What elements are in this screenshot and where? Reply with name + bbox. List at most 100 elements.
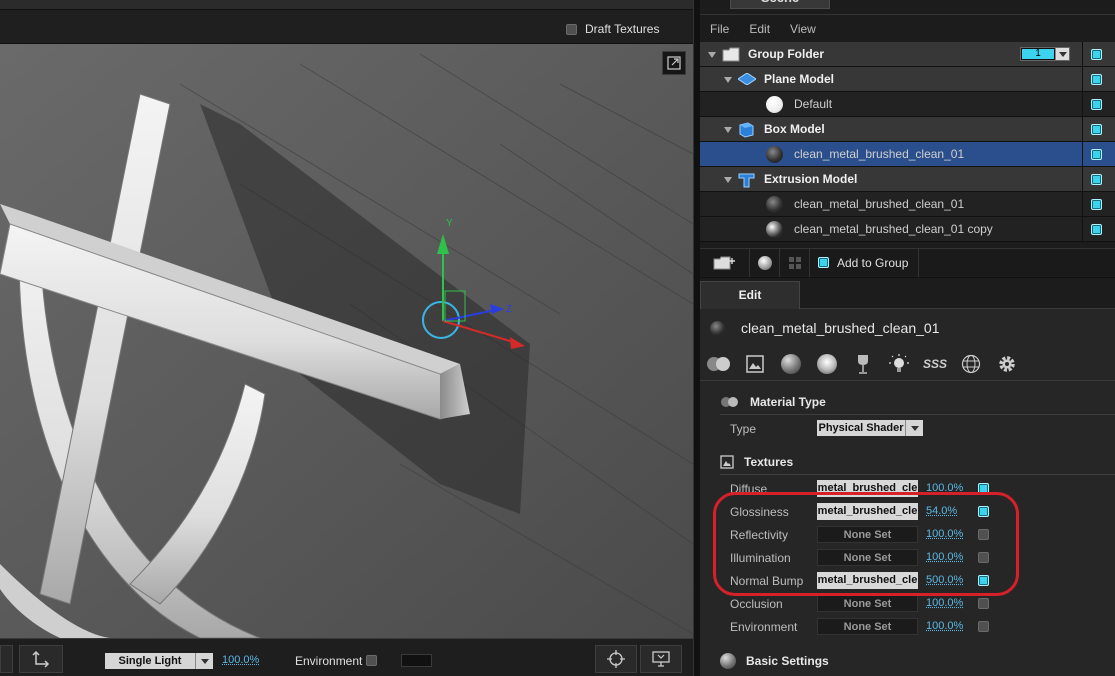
texture-slot[interactable]: metal_brushed_cle bbox=[817, 480, 918, 497]
texture-slot[interactable]: None Set bbox=[817, 618, 918, 635]
tree-row-group-folder[interactable]: Group Folder 1 bbox=[700, 42, 1115, 67]
material-spheres-icon bbox=[707, 356, 730, 371]
tree-row-plane-model[interactable]: Plane Model bbox=[700, 67, 1115, 92]
left-tool-button[interactable] bbox=[0, 645, 13, 673]
texture-enabled-checkbox[interactable] bbox=[978, 483, 989, 494]
sss-sphere-tab[interactable] bbox=[814, 351, 840, 377]
axis-tool-button[interactable] bbox=[19, 645, 63, 673]
texture-enabled-checkbox[interactable] bbox=[978, 506, 989, 517]
draft-textures-checkbox[interactable] bbox=[566, 23, 577, 35]
menu-view[interactable]: View bbox=[790, 22, 816, 36]
material-type-value: Physical Shader bbox=[817, 420, 905, 436]
viewport-top-toolbar: Draft Textures bbox=[0, 0, 693, 44]
visibility-checkbox[interactable] bbox=[1091, 49, 1102, 60]
menu-edit[interactable]: Edit bbox=[749, 22, 770, 36]
visibility-checkbox[interactable] bbox=[1091, 199, 1102, 210]
tree-row-material[interactable]: Default bbox=[700, 92, 1115, 117]
texture-amount[interactable]: 100.0% bbox=[926, 620, 963, 632]
light-tab[interactable] bbox=[886, 351, 912, 377]
texture-slot[interactable]: None Set bbox=[817, 549, 918, 566]
material-type-select[interactable]: Physical Shader bbox=[817, 420, 923, 436]
texture-amount[interactable]: 500.0% bbox=[926, 574, 963, 586]
edit-tab-bar: Edit bbox=[700, 278, 1115, 309]
menu-file[interactable]: File bbox=[710, 22, 729, 36]
column-divider bbox=[1082, 142, 1083, 167]
render-output-button[interactable] bbox=[640, 645, 682, 673]
section-material-type[interactable]: Material Type bbox=[720, 395, 826, 409]
texture-amount[interactable]: 54.0% bbox=[926, 505, 957, 517]
tree-row-label: Extrusion Model bbox=[764, 172, 858, 186]
environment-checkbox[interactable] bbox=[366, 655, 377, 666]
viewport-tab-strip bbox=[0, 0, 693, 10]
material-type-tab[interactable] bbox=[706, 351, 732, 377]
texture-slot[interactable]: None Set bbox=[817, 595, 918, 612]
sss-tab[interactable]: SSS bbox=[922, 351, 948, 377]
duplicate-button[interactable] bbox=[780, 248, 810, 277]
environment-color-swatch[interactable] bbox=[401, 654, 432, 667]
column-divider bbox=[1082, 42, 1083, 67]
tab-scene[interactable]: Scene bbox=[730, 0, 830, 9]
tree-row-material-selected[interactable]: clean_metal_brushed_clean_01 bbox=[700, 142, 1115, 167]
expand-arrow-icon[interactable] bbox=[708, 52, 716, 58]
add-to-group-checkbox[interactable] bbox=[818, 257, 829, 268]
visibility-checkbox[interactable] bbox=[1091, 149, 1102, 160]
texture-slot[interactable]: None Set bbox=[817, 526, 918, 543]
render-viewport[interactable]: Draft Textures Y Z Single Light 100.0% E… bbox=[0, 0, 693, 676]
fullscreen-button[interactable] bbox=[662, 51, 686, 75]
3d-scene-render[interactable]: Y Z bbox=[0, 44, 693, 638]
expand-arrow-icon[interactable] bbox=[724, 77, 732, 83]
section-basic-settings[interactable]: Basic Settings bbox=[720, 653, 829, 669]
texture-amount[interactable]: 100.0% bbox=[926, 597, 963, 609]
tree-row-material[interactable]: clean_metal_brushed_clean_01 copy bbox=[700, 217, 1115, 242]
light-intensity-value[interactable]: 100.0% bbox=[222, 654, 259, 666]
tree-row-box-model[interactable]: Box Model bbox=[700, 117, 1115, 142]
glass-tab[interactable] bbox=[850, 351, 876, 377]
chevron-down-icon[interactable] bbox=[1055, 48, 1069, 60]
sphere-tab[interactable] bbox=[778, 351, 804, 377]
texture-enabled-checkbox[interactable] bbox=[978, 529, 989, 540]
light-mode-select[interactable]: Single Light bbox=[105, 653, 213, 669]
texture-amount[interactable]: 100.0% bbox=[926, 482, 963, 494]
settings-tab[interactable] bbox=[994, 351, 1020, 377]
add-to-group-button[interactable]: Add to Group bbox=[810, 248, 920, 277]
texture-amount[interactable]: 100.0% bbox=[926, 551, 963, 563]
chevron-down-icon[interactable] bbox=[195, 653, 213, 669]
visibility-checkbox[interactable] bbox=[1091, 224, 1102, 235]
texture-amount[interactable]: 100.0% bbox=[926, 528, 963, 540]
light-mode-value: Single Light bbox=[105, 653, 195, 669]
new-material-button[interactable] bbox=[750, 248, 780, 277]
prop-label: Diffuse bbox=[730, 482, 768, 496]
column-divider bbox=[1082, 192, 1083, 217]
new-folder-button[interactable] bbox=[700, 248, 750, 277]
expand-arrow-icon[interactable] bbox=[724, 177, 732, 183]
tree-row-extrusion-model[interactable]: Extrusion Model bbox=[700, 167, 1115, 192]
texture-slot[interactable]: metal_brushed_cle bbox=[817, 503, 918, 520]
focus-button[interactable] bbox=[595, 645, 637, 673]
wireframe-tab[interactable] bbox=[958, 351, 984, 377]
prop-label: Glossiness bbox=[730, 505, 789, 519]
visibility-checkbox[interactable] bbox=[1091, 174, 1102, 185]
texture-enabled-checkbox[interactable] bbox=[978, 598, 989, 609]
image-icon bbox=[746, 354, 764, 373]
tab-edit[interactable]: Edit bbox=[700, 281, 800, 309]
texture-slot[interactable]: metal_brushed_cle bbox=[817, 572, 918, 589]
expand-arrow-icon[interactable] bbox=[724, 127, 732, 133]
draft-textures-toggle[interactable]: Draft Textures bbox=[566, 22, 659, 36]
layer-select[interactable]: 1 bbox=[1020, 47, 1070, 61]
panel-splitter[interactable] bbox=[693, 0, 700, 676]
visibility-checkbox[interactable] bbox=[1091, 74, 1102, 85]
texture-enabled-checkbox[interactable] bbox=[978, 621, 989, 632]
texture-enabled-checkbox[interactable] bbox=[978, 575, 989, 586]
column-divider bbox=[1082, 117, 1083, 142]
visibility-checkbox[interactable] bbox=[1091, 124, 1102, 135]
texture-enabled-checkbox[interactable] bbox=[978, 552, 989, 563]
section-textures[interactable]: Textures bbox=[720, 455, 793, 469]
material-name[interactable]: clean_metal_brushed_clean_01 bbox=[741, 320, 939, 336]
sss-icon: SSS bbox=[922, 356, 947, 371]
textures-tab[interactable] bbox=[742, 351, 768, 377]
new-folder-icon bbox=[713, 256, 735, 269]
chevron-down-icon[interactable] bbox=[905, 420, 923, 436]
texture-row-diffuse: Diffuse metal_brushed_cle 100.0% bbox=[730, 480, 1115, 498]
tree-row-material[interactable]: clean_metal_brushed_clean_01 bbox=[700, 192, 1115, 217]
visibility-checkbox[interactable] bbox=[1091, 99, 1102, 110]
